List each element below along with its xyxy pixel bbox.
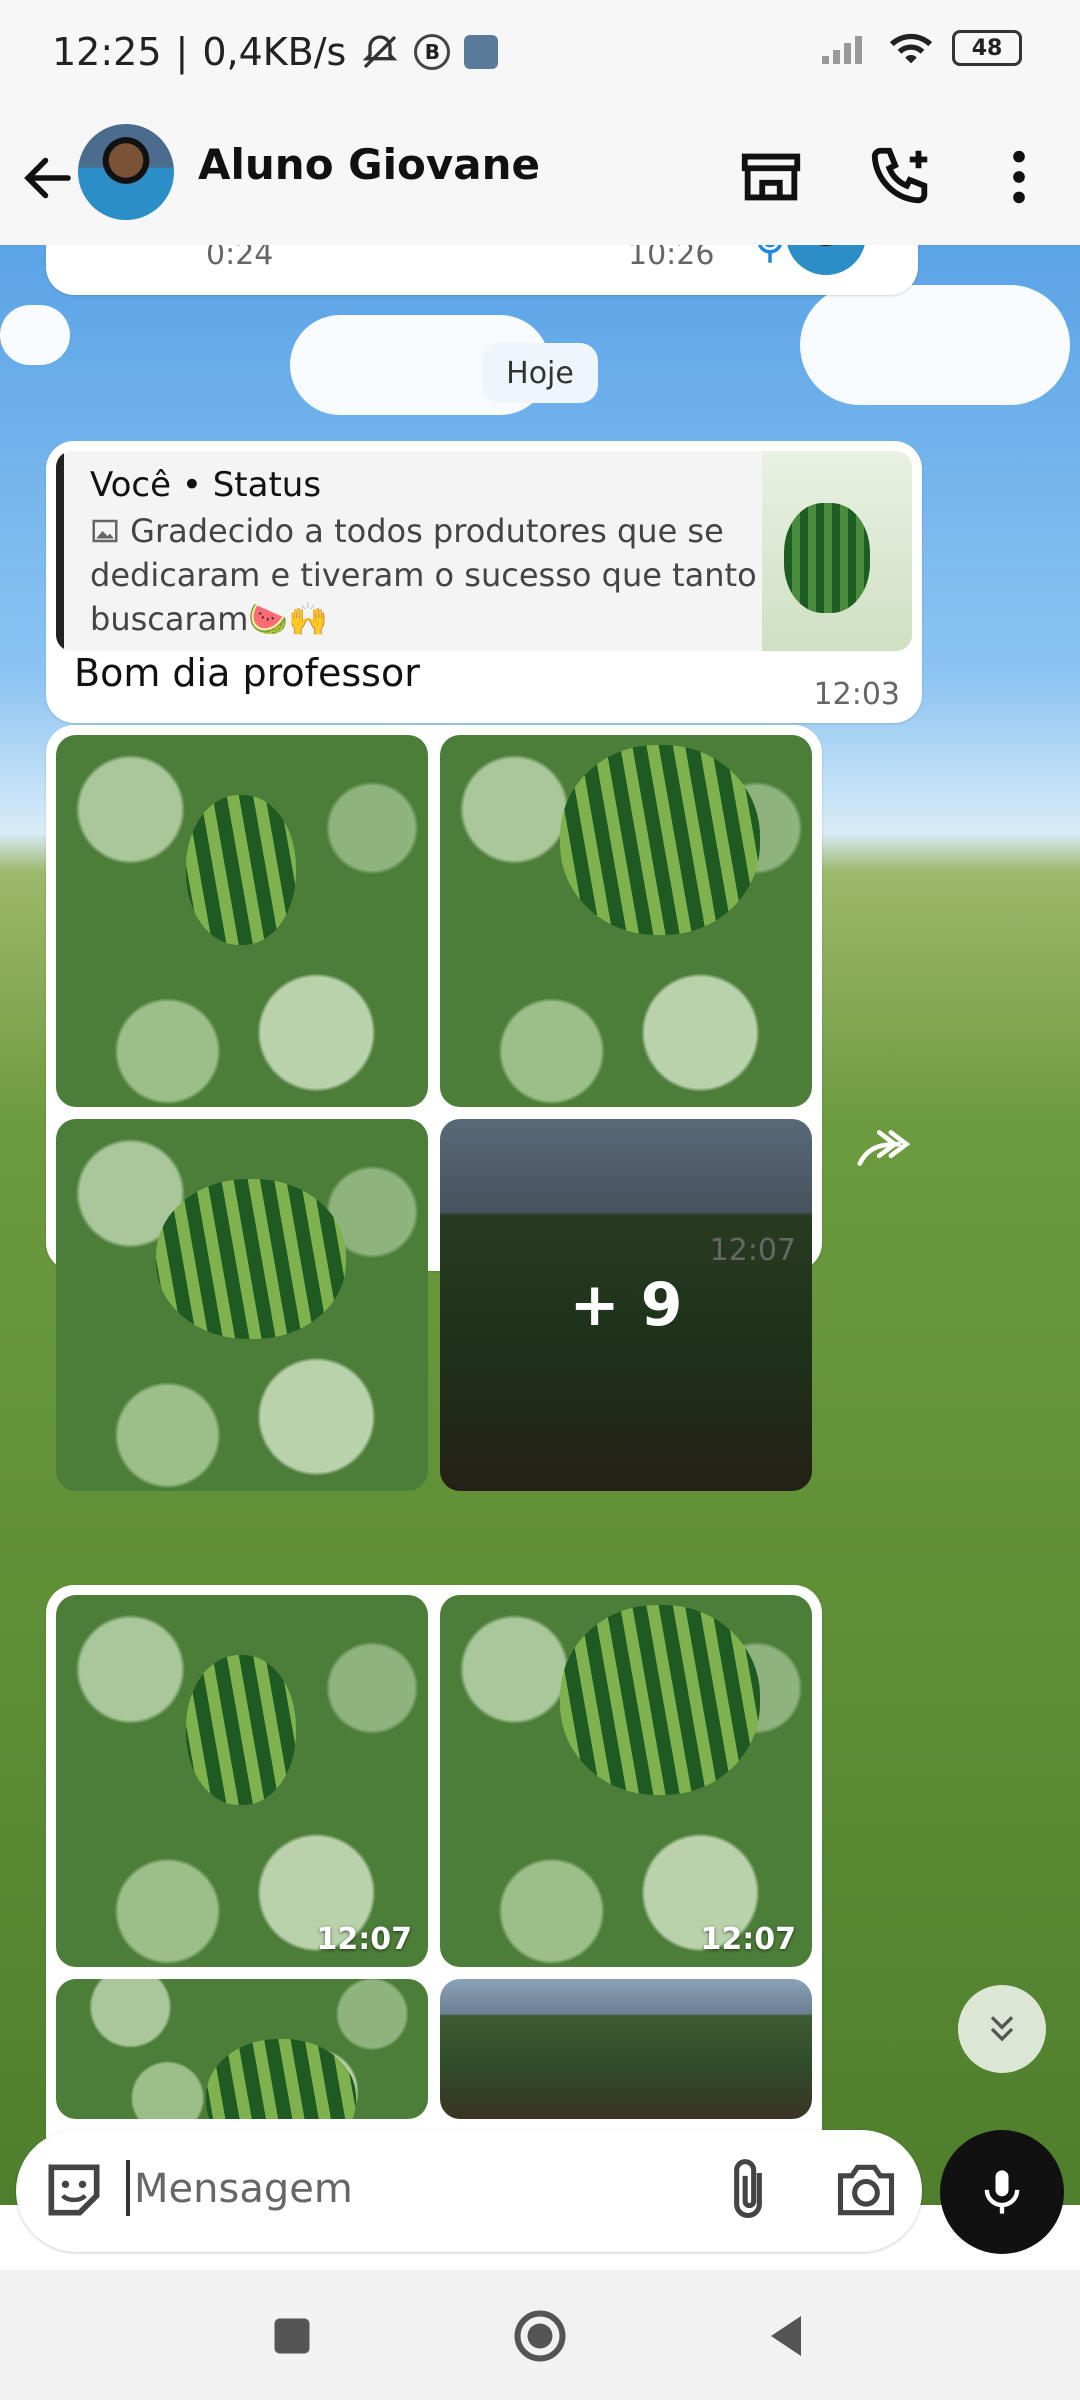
- scroll-to-bottom-button[interactable]: [958, 1985, 1046, 2073]
- wallpaper-cloud: [0, 305, 70, 365]
- bell-off-icon: [363, 35, 398, 69]
- photo-album-bubble[interactable]: 12:07 12:07: [46, 1585, 822, 2205]
- wallpaper-cloud: [800, 285, 1070, 405]
- system-navigation-bar: [0, 2270, 1080, 2400]
- status-thumbnail: [762, 451, 912, 651]
- more-photos-count: + 9: [569, 1270, 683, 1340]
- photo-album-bubble[interactable]: + 9 12:07: [46, 725, 822, 1491]
- camera-icon[interactable]: [832, 2156, 900, 2224]
- photo-time: 12:07: [316, 1922, 413, 1957]
- voice-mic-icon: [758, 245, 782, 263]
- photo-tile-more[interactable]: + 9: [440, 1119, 812, 1491]
- store-icon[interactable]: [736, 142, 806, 212]
- message-time: 12:07: [709, 1233, 796, 1268]
- home-icon[interactable]: [510, 2306, 570, 2366]
- message-time: 12:03: [813, 677, 900, 712]
- battery-icon: 48: [952, 30, 1022, 66]
- voice-duration: 0:24: [206, 245, 274, 272]
- photo-tile[interactable]: [440, 735, 812, 1107]
- contact-avatar[interactable]: [78, 124, 174, 220]
- mic-icon: [984, 2170, 1020, 2214]
- message-text: Bom dia professor: [74, 651, 420, 695]
- more-options-icon[interactable]: [984, 142, 1054, 212]
- wifi-icon: [889, 33, 933, 64]
- image-icon: [92, 519, 118, 543]
- back-nav-icon[interactable]: [756, 2306, 816, 2366]
- call-add-icon[interactable]: [866, 142, 936, 212]
- quote-text-content: Gradecido a todos produtores que se dedi…: [90, 512, 757, 638]
- quoted-status[interactable]: Você • Status Gradecido a todos produtor…: [56, 451, 912, 651]
- quote-text: Gradecido a todos produtores que se dedi…: [90, 509, 810, 641]
- recents-icon[interactable]: [262, 2306, 322, 2366]
- voice-record-button[interactable]: [940, 2130, 1064, 2254]
- status-separator: |: [175, 30, 189, 74]
- status-time: 12:25: [52, 30, 162, 74]
- quote-bar: [56, 451, 64, 651]
- status-bar: 12:25 | 0,4KB/s B 48: [0, 0, 1080, 110]
- attachment-icon[interactable]: [714, 2156, 782, 2224]
- signal-icon: [822, 36, 862, 64]
- watermelon-image: [784, 503, 870, 613]
- message-time: 10:26: [628, 245, 715, 272]
- watermelon-image: [156, 1179, 346, 1339]
- photo-tile[interactable]: 12:07: [56, 1595, 428, 1967]
- photo-time: 12:07: [700, 1922, 797, 1957]
- network-speed: 0,4KB/s: [202, 30, 347, 74]
- text-caret: [126, 2160, 130, 2216]
- sender-avatar: [786, 245, 866, 275]
- watermelon-image: [186, 795, 296, 945]
- sticker-icon[interactable]: [40, 2156, 108, 2224]
- forward-icon[interactable]: [852, 1123, 922, 1173]
- photo-tile[interactable]: [440, 1979, 812, 2119]
- message-input[interactable]: Mensagem: [134, 2166, 353, 2212]
- watermelon-image: [560, 1605, 760, 1795]
- date-separator: Hoje: [482, 343, 598, 403]
- voice-message-bubble[interactable]: 0:24 10:26: [46, 245, 918, 295]
- app-notification-icon: [464, 35, 499, 69]
- photo-tile[interactable]: 12:07: [440, 1595, 812, 1967]
- chat-area[interactable]: 0:24 10:26 Hoje Você • Status Gradecido …: [0, 245, 1080, 2205]
- double-chevron-down-icon: [990, 2016, 1014, 2042]
- chat-header: Aluno Giovane: [0, 110, 1080, 246]
- reply-message-bubble[interactable]: Você • Status Gradecido a todos produtor…: [46, 441, 922, 723]
- photo-tile[interactable]: [56, 1119, 428, 1491]
- watermelon-image: [186, 1655, 296, 1805]
- watermelon-image: [560, 745, 760, 935]
- back-arrow-icon[interactable]: [18, 148, 78, 208]
- b-indicator-icon: B: [414, 34, 451, 70]
- watermelon-image: [206, 2039, 356, 2119]
- contact-name[interactable]: Aluno Giovane: [198, 140, 540, 189]
- message-composer[interactable]: Mensagem: [16, 2130, 922, 2252]
- photo-tile[interactable]: [56, 735, 428, 1107]
- quote-author: Você • Status: [90, 465, 322, 505]
- photo-tile[interactable]: [56, 1979, 428, 2119]
